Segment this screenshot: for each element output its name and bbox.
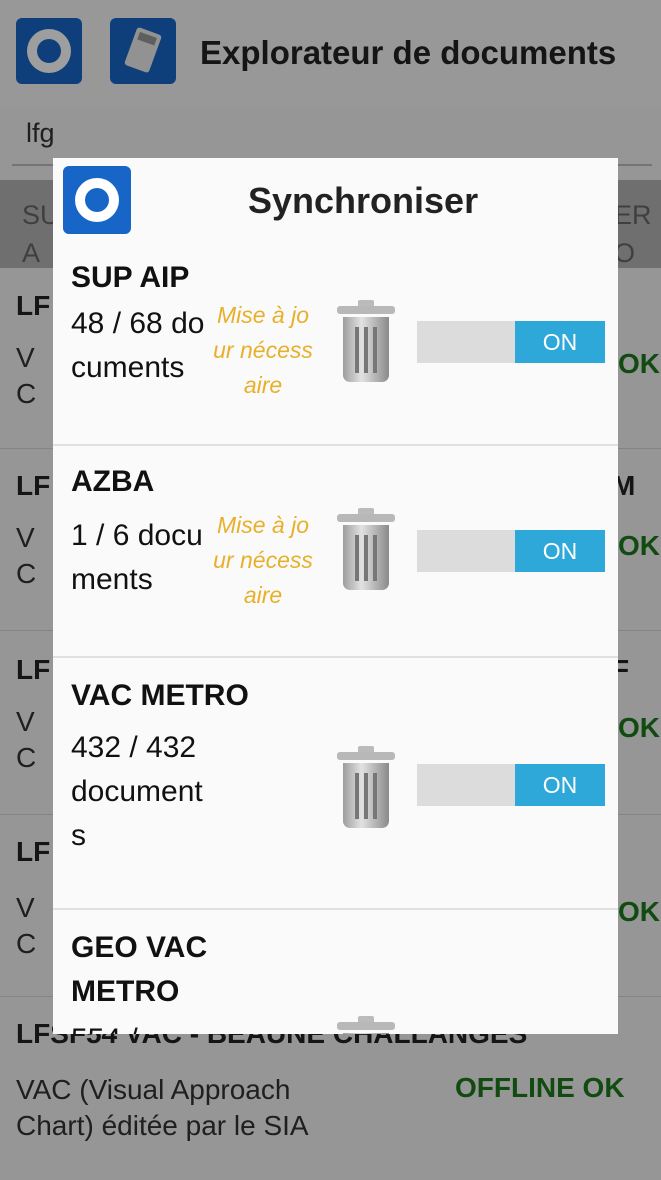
sync-item: VAC METRO 432 / 432 documents ON (53, 658, 618, 910)
sync-item: AZBA 1 / 6 documents Mise à jour nécessa… (53, 446, 618, 658)
delete-trash-icon[interactable] (337, 746, 395, 828)
dialog-title: Synchroniser (248, 180, 479, 221)
sync-item-name: AZBA (71, 465, 155, 498)
sync-item-count: 554 / (71, 1018, 211, 1034)
sync-toggle[interactable]: ON (417, 764, 605, 806)
toggle-on-label: ON (515, 530, 605, 572)
screen: Explorateur de documents lfg SU A ER O L… (0, 0, 661, 1180)
sync-icon (63, 166, 131, 234)
sync-item-name: GEO VAC METRO (71, 931, 208, 1008)
sync-item: SUP AIP 48 / 68 documents Mise à jour né… (53, 248, 618, 446)
sync-item-count: 1 / 6 documents (71, 519, 203, 596)
delete-trash-icon[interactable] (337, 1016, 395, 1034)
sync-item-status: Mise à jour nécessaire (213, 512, 313, 608)
sync-item: GEO VAC METRO 554 / (53, 910, 618, 1034)
sync-item-name: SUP AIP (71, 261, 190, 294)
toggle-on-label: ON (515, 764, 605, 806)
delete-trash-icon[interactable] (337, 508, 395, 590)
toggle-on-label: ON (515, 321, 605, 363)
sync-item-count: 432 / 432 documents (71, 731, 203, 852)
sync-item-status: Mise à jour nécessaire (213, 302, 313, 398)
sync-toggle[interactable]: ON (417, 321, 605, 363)
sync-toggle[interactable]: ON (417, 530, 605, 572)
sync-item-count: 48 / 68 documents (71, 307, 205, 384)
sync-item-name: VAC METRO (71, 679, 249, 712)
sync-dialog: Synchroniser SUP AIP 48 / 68 documents M… (53, 158, 618, 1034)
delete-trash-icon[interactable] (337, 300, 395, 382)
